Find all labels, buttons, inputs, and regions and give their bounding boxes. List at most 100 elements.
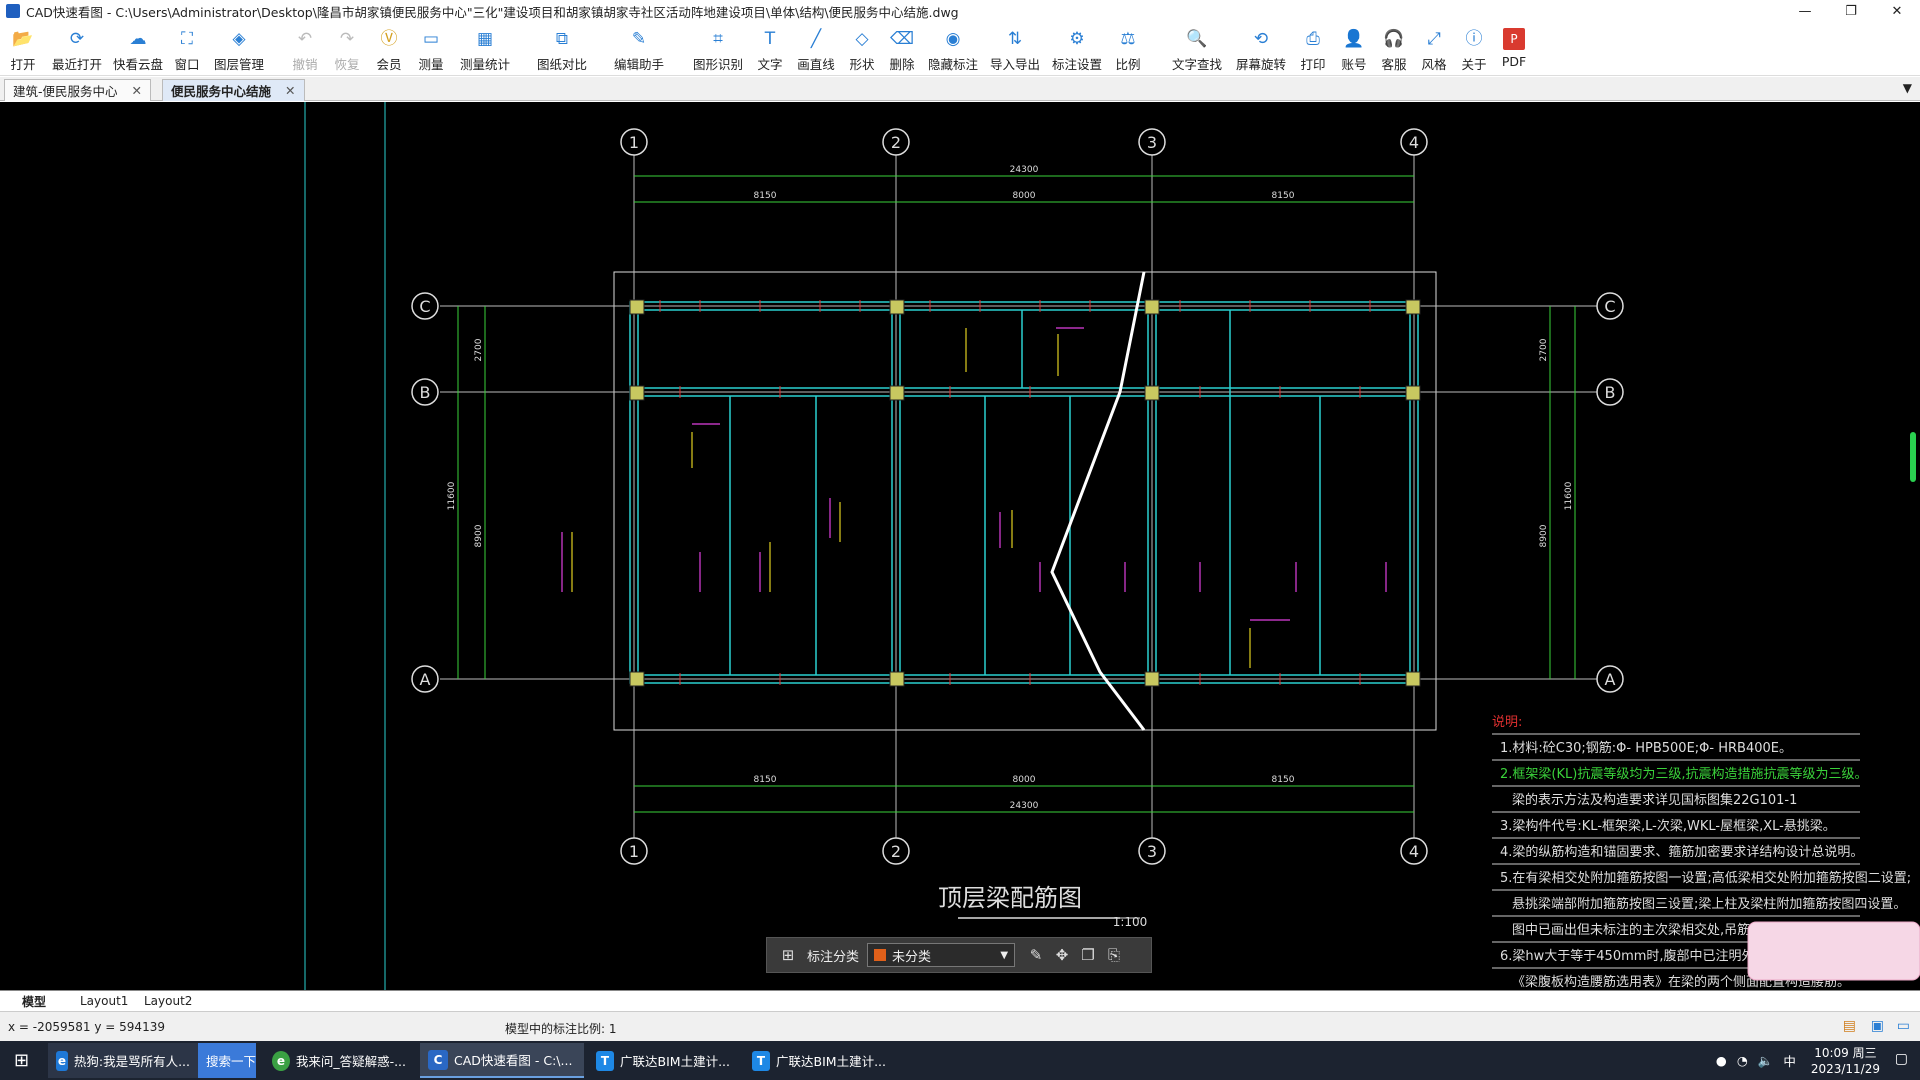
notes-title: 说明: xyxy=(1492,715,1522,730)
toolbar-print-button[interactable]: ⎙ 打印 xyxy=(1294,22,1332,76)
toolbar-hide-mark-button[interactable]: ◉ 隐藏标注 xyxy=(924,22,982,76)
taskbar-browser[interactable]: e 我来问_答疑解惑-... xyxy=(264,1043,414,1078)
scroll-indicator[interactable] xyxy=(1910,432,1916,482)
toolbar-cloud-button[interactable]: ☁ 快看云盘 xyxy=(112,22,164,76)
dim-part-bottom-1: 8150 xyxy=(754,775,777,785)
taskbar-label: 广联达BIM土建计... xyxy=(776,1054,886,1069)
toolbar-import-export-button[interactable]: ⇅ 导入导出 xyxy=(986,22,1044,76)
floating-widget[interactable] xyxy=(1747,921,1920,981)
tab-building-service-center[interactable]: 建筑-便民服务中心 ✕ xyxy=(4,79,151,101)
toolbar-window-button[interactable]: ⛶ 窗口 xyxy=(168,22,206,76)
clock-date: 2023/11/29 xyxy=(1810,1061,1880,1076)
notification-icon[interactable]: ▢ xyxy=(1895,1051,1908,1067)
taskbar-cad[interactable]: C CAD快速看图 - C:\... xyxy=(420,1043,584,1078)
fullscreen-icon[interactable]: ▭ xyxy=(1897,1018,1910,1034)
layout-icon[interactable]: ▣ xyxy=(1871,1018,1884,1034)
move-icon[interactable]: ✥ xyxy=(1049,946,1075,964)
toolbar-label: 删除 xyxy=(889,57,915,72)
taskbar-glodon-2[interactable]: T 广联达BIM土建计... xyxy=(744,1043,894,1078)
toolbar-label: 标注设置 xyxy=(1051,57,1102,72)
maximize-button[interactable]: ❐ xyxy=(1828,0,1874,22)
toolbar-measure-button[interactable]: ▭ 测量 xyxy=(412,22,450,76)
paste-icon[interactable]: ⎘ xyxy=(1101,946,1127,964)
toolbar-mark-settings-button[interactable]: ⚙ 标注设置 xyxy=(1048,22,1106,76)
toolbar-undo-button[interactable]: ↶ 撤销 xyxy=(286,22,324,76)
network-tray-icon[interactable]: ◔ xyxy=(1737,1053,1748,1068)
axis-label-4-top: 4 xyxy=(1409,133,1419,152)
cloud-icon: ☁ xyxy=(129,28,147,49)
dim-side-left-1: 2700 xyxy=(474,338,484,361)
shape-icon: ◇ xyxy=(855,28,869,49)
taskbar-search-button[interactable]: 搜索一下 xyxy=(198,1043,256,1078)
toolbar-style-button[interactable]: ⤢ 风格 xyxy=(1416,22,1452,76)
clock[interactable]: 10:09 周三 2023/11/29 xyxy=(1811,1045,1880,1077)
axis-label-1-top: 1 xyxy=(629,133,639,152)
toolbar-redo-button[interactable]: ↷ 恢复 xyxy=(328,22,366,76)
toolbar-shape-button[interactable]: ◇ 形状 xyxy=(844,22,880,76)
text-icon: T xyxy=(764,28,776,49)
note-line: 5.在有梁相交处附加箍筋按图一设置;高低梁相交处附加箍筋按图二设置; xyxy=(1500,870,1911,886)
layout-tab-model[interactable]: 模型 xyxy=(14,992,54,1010)
eraser-icon: ⌫ xyxy=(889,28,915,49)
app-icon xyxy=(6,4,20,18)
minimize-button[interactable]: — xyxy=(1782,0,1828,22)
taskbar-glodon-1[interactable]: T 广联达BIM土建计... xyxy=(588,1043,738,1078)
toolbar-shape-recognize-button[interactable]: ⌗ 图形识别 xyxy=(688,22,748,76)
panel-icon[interactable]: ▤ xyxy=(1843,1018,1856,1034)
volume-tray-icon[interactable]: 🔈 xyxy=(1758,1053,1774,1069)
axis-label-c-left: C xyxy=(419,297,430,316)
toolbar-account-button[interactable]: 👤 账号 xyxy=(1336,22,1372,76)
print-icon: ⎙ xyxy=(1306,28,1320,49)
grid-icon[interactable]: ⊞ xyxy=(775,946,801,964)
tab-structure-service-center[interactable]: 便民服务中心结施 ✕ xyxy=(162,79,305,101)
edit-icon[interactable]: ✎ xyxy=(1023,946,1049,964)
toolbar-measure-stats-button[interactable]: ▦ 测量统计 xyxy=(454,22,516,76)
toolbar-edit-assistant-button[interactable]: ✎ 编辑助手 xyxy=(606,22,672,76)
toolbar-text-search-button[interactable]: 🔍 文字查找 xyxy=(1166,22,1228,76)
layout-tab-layout1[interactable]: Layout1 xyxy=(72,992,136,1010)
close-tab-icon[interactable]: ✕ xyxy=(285,83,295,98)
layout-tab-layout2[interactable]: Layout2 xyxy=(136,992,200,1010)
copy-icon[interactable]: ❐ xyxy=(1075,946,1101,964)
glodon-icon: T xyxy=(752,1050,771,1071)
mark-category-value: 未分类 xyxy=(892,949,932,965)
wechat-tray-icon[interactable]: ● xyxy=(1716,1053,1727,1068)
toolbar-compare-button[interactable]: ⧉ 图纸对比 xyxy=(534,22,590,76)
scale-icon: ⚖ xyxy=(1120,28,1136,49)
toolbar-label: 隐藏标注 xyxy=(927,57,978,72)
title-bar: CAD快速看图 - C:\Users\Administrator\Desktop… xyxy=(0,0,1920,22)
tab-dropdown-icon[interactable]: ▼ xyxy=(1903,81,1912,95)
toolbar-about-button[interactable]: ⓘ 关于 xyxy=(1456,22,1492,76)
axis-label-1-bottom: 1 xyxy=(629,842,639,861)
windows-icon: ⊞ xyxy=(14,1050,30,1071)
cad-icon: C xyxy=(428,1049,448,1070)
taskbar-label: 广联达BIM土建计... xyxy=(620,1054,730,1069)
note-line: 1.材料:砼C30;钢筋:Φ- HPB500E;Φ- HRB400E。 xyxy=(1500,740,1792,756)
toolbar-pdf-button[interactable]: P PDF xyxy=(1496,22,1532,76)
mark-category-select[interactable]: 未分类 ▼ xyxy=(867,943,1016,967)
folder-icon: 📂 xyxy=(12,28,34,49)
axis-label-3-bottom: 3 xyxy=(1147,842,1157,861)
drawing-scale: 1:100 xyxy=(1113,915,1148,929)
close-button[interactable]: ✕ xyxy=(1874,0,1920,22)
toolbar-recent-button[interactable]: ⟳ 最近打开 xyxy=(46,22,108,76)
close-tab-icon[interactable]: ✕ xyxy=(132,83,142,98)
drawing-canvas[interactable]: 1 2 3 4 1 2 3 4 C B A C B A 24300 8150 8… xyxy=(0,102,1920,990)
ie-icon: e xyxy=(56,1050,68,1071)
start-button[interactable]: ⊞ xyxy=(6,1043,37,1078)
toolbar-support-button[interactable]: 🎧 客服 xyxy=(1376,22,1412,76)
tab-label: 建筑-便民服务中心 xyxy=(13,84,118,99)
toolbar-text-button[interactable]: T 文字 xyxy=(752,22,788,76)
toolbar-layers-button[interactable]: ◈ 图层管理 xyxy=(210,22,268,76)
toolbar-scale-button[interactable]: ⚖ 比例 xyxy=(1110,22,1146,76)
ime-indicator[interactable]: 中 xyxy=(1783,1051,1796,1070)
toolbar-folder-button[interactable]: 📂 打开 xyxy=(4,22,42,76)
toolbar-vip-button[interactable]: Ⓥ 会员 xyxy=(370,22,408,76)
window-icon: ⛶ xyxy=(181,28,193,49)
taskbar-ie[interactable]: e 热狗:我是骂所有人... xyxy=(48,1043,198,1078)
toolbar-eraser-button[interactable]: ⌫ 删除 xyxy=(884,22,920,76)
toolbar-rotate-button[interactable]: ⟲ 屏幕旋转 xyxy=(1232,22,1290,76)
mark-category-toolbar: ⊞ 标注分类 未分类 ▼ ✎ ✥ ❐ ⎘ xyxy=(766,937,1152,973)
cursor-coordinates: x = -2059581 y = 594139 xyxy=(8,1020,165,1034)
toolbar-line-button[interactable]: ╱ 画直线 xyxy=(792,22,840,76)
